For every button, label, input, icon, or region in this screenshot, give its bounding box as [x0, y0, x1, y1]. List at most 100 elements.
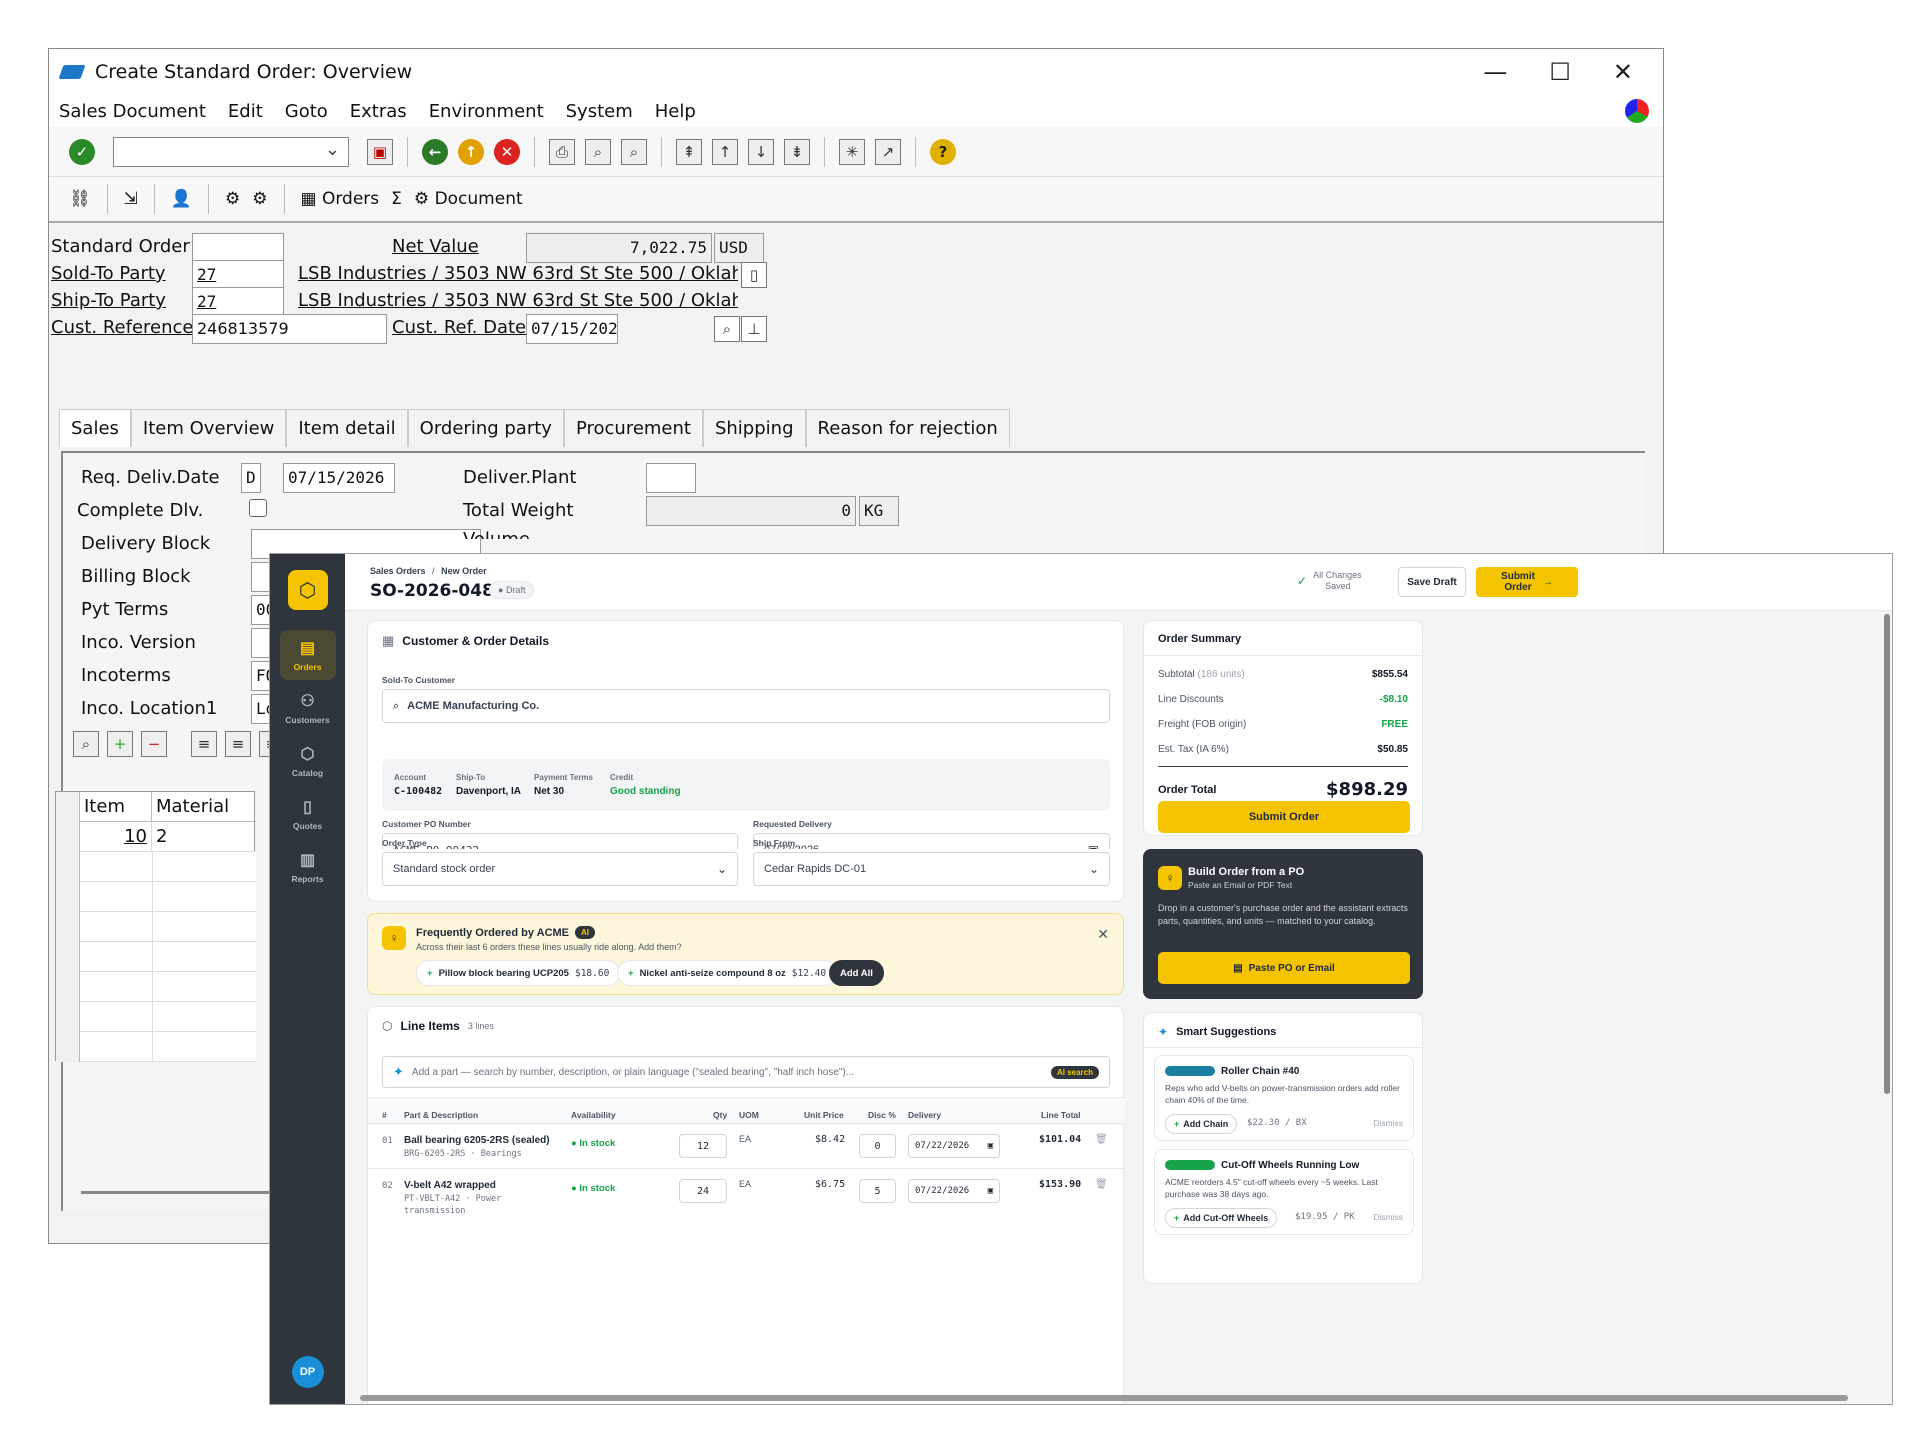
last-page-icon[interactable]: ⇟	[784, 138, 810, 165]
nav-catalog[interactable]: ⬡ Catalog	[280, 736, 336, 786]
item-number-cell[interactable]: 10	[80, 822, 152, 851]
deselect-all-icon[interactable]: ≡	[225, 731, 251, 757]
search-icon[interactable]: ⌕	[714, 316, 740, 342]
tab-ordering-party[interactable]: Ordering party	[407, 409, 564, 447]
new-session-icon[interactable]: ✳	[839, 138, 865, 165]
menu-goto[interactable]: Goto	[285, 101, 328, 122]
document-button[interactable]: ⚙ Document	[414, 189, 523, 209]
document-icon[interactable]: ▯	[741, 262, 767, 288]
close-icon[interactable]: ✕	[1613, 58, 1633, 86]
save-icon[interactable]: ▣	[367, 138, 393, 165]
trash-icon[interactable]: 🗑	[1095, 1179, 1108, 1190]
business-partner-icon[interactable]: 👤	[171, 189, 192, 209]
next-page-icon[interactable]: ↓	[748, 138, 774, 165]
help-icon[interactable]: ?	[930, 138, 956, 165]
close-icon[interactable]: ✕	[1097, 926, 1109, 943]
vertical-scrollbar[interactable]	[1884, 614, 1890, 1094]
discount-input[interactable]: 0	[859, 1134, 896, 1158]
tab-reason-for-rejection[interactable]: Reason for rejection	[805, 409, 1010, 447]
find-icon[interactable]: ⌕	[585, 138, 611, 165]
menu-system[interactable]: System	[566, 101, 633, 122]
delete-row-icon[interactable]: −	[141, 731, 167, 757]
dismiss-button[interactable]: Dismiss	[1373, 1118, 1403, 1128]
menu-edit[interactable]: Edit	[228, 101, 263, 122]
ship-to-party-field[interactable]: 27	[192, 287, 284, 317]
column-item-header[interactable]: Item	[80, 792, 152, 821]
ship-from-select[interactable]: Cedar Rapids DC-01 ⌄	[753, 852, 1110, 886]
deliver-plant-field[interactable]	[646, 463, 696, 493]
select-all-icon[interactable]: ≡	[191, 731, 217, 757]
horizontal-scrollbar[interactable]	[360, 1395, 1848, 1401]
item-detail-icon[interactable]: ⌕	[73, 731, 99, 757]
previous-page-icon[interactable]: ↑	[712, 138, 738, 165]
cust-ref-date-label[interactable]: Cust. Ref. Date	[392, 317, 526, 338]
tab-shipping[interactable]: Shipping	[702, 409, 806, 447]
menu-environment[interactable]: Environment	[429, 101, 544, 122]
complete-dlv-checkbox[interactable]	[249, 499, 267, 517]
add-chain-button[interactable]: + Add Chain	[1165, 1114, 1238, 1134]
orders-button[interactable]: ▦ Orders	[301, 189, 380, 209]
req-deliv-unit-field[interactable]: D	[241, 463, 261, 493]
submit-order-top-button[interactable]: Submit Order →	[1476, 567, 1578, 597]
tab-item-overview[interactable]: Item Overview	[130, 409, 287, 447]
avatar[interactable]: DP	[291, 1356, 324, 1388]
header-details-icon[interactable]: ⚙	[225, 189, 240, 209]
enter-icon[interactable]: ✓	[69, 138, 95, 165]
app-logo-icon[interactable]: ⬡	[287, 570, 328, 610]
customize-layout-icon[interactable]	[1625, 99, 1649, 123]
add-part-search-input[interactable]: ✦ Add a part — search by number, descrip…	[382, 1056, 1110, 1088]
sum-icon[interactable]: Σ	[391, 189, 402, 209]
menu-help[interactable]: Help	[655, 101, 696, 122]
sold-to-party-label[interactable]: Sold-To Party	[51, 263, 166, 284]
tab-sales[interactable]: Sales	[59, 409, 131, 447]
add-cut-off-wheels-button[interactable]: + Add Cut-Off Wheels	[1165, 1208, 1278, 1228]
nav-orders[interactable]: ▤ Orders	[279, 630, 336, 680]
nav-quotes[interactable]: ▯ Quotes	[280, 789, 336, 839]
breadcrumb-sales-orders[interactable]: Sales Orders	[370, 566, 426, 576]
add-all-button[interactable]: Add All	[829, 960, 884, 986]
exit-icon[interactable]: ↑	[458, 138, 484, 165]
find-next-icon[interactable]: ⌕	[621, 138, 647, 165]
column-material-header[interactable]: Material	[152, 792, 233, 821]
suggestion-chip-anti-seize[interactable]: + Nickel anti-seize compound 8 oz $12.40	[617, 960, 838, 986]
suggestion-chip-pillow-block[interactable]: + Pillow block bearing UCP205 $18.60	[416, 960, 621, 986]
ship-to-party-label[interactable]: Ship-To Party	[51, 290, 166, 311]
trash-icon[interactable]: 🗑	[1095, 1134, 1108, 1145]
nav-customers[interactable]: ⚇ Customers	[280, 683, 336, 733]
minimize-icon[interactable]: —	[1483, 58, 1507, 86]
maximize-icon[interactable]: ☐	[1549, 58, 1571, 86]
first-page-icon[interactable]: ⇞	[676, 138, 702, 165]
display-doc-flow-icon[interactable]: ⛓	[69, 189, 91, 209]
sap-scrollbar[interactable]	[81, 1191, 281, 1194]
submit-order-button[interactable]: Submit Order	[1158, 801, 1410, 833]
qty-input[interactable]: 12	[679, 1134, 727, 1158]
item-details-icon[interactable]: ⚙	[252, 189, 267, 209]
print-icon[interactable]: ⎙	[549, 138, 575, 165]
command-field[interactable]	[113, 136, 349, 167]
stamp-icon[interactable]: ⊥	[741, 316, 767, 342]
sold-to-customer-input[interactable]: ⌕ ACME Manufacturing Co.	[382, 689, 1110, 723]
standard-order-field[interactable]	[192, 233, 284, 263]
tab-item-detail[interactable]: Item detail	[286, 409, 408, 447]
req-deliv-date-field[interactable]: 07/15/2026	[283, 463, 395, 493]
cust-reference-label[interactable]: Cust. Reference	[51, 317, 194, 338]
paste-po-button[interactable]: ▤ Paste PO or Email	[1158, 952, 1410, 984]
menu-extras[interactable]: Extras	[350, 101, 407, 122]
sold-to-party-field[interactable]: 27	[192, 260, 284, 290]
shortcut-icon[interactable]: ↗	[875, 138, 901, 165]
back-icon[interactable]: ←	[422, 138, 448, 165]
tab-procurement[interactable]: Procurement	[563, 409, 703, 447]
header-output-icon[interactable]: ⇲	[124, 189, 138, 209]
qty-input[interactable]: 24	[679, 1179, 727, 1203]
dismiss-button[interactable]: Dismiss	[1373, 1212, 1403, 1222]
insert-row-icon[interactable]: +	[107, 731, 133, 757]
material-cell[interactable]: 2	[152, 822, 171, 851]
delivery-date-input[interactable]: 07/22/2026 ▣	[908, 1179, 1000, 1203]
delivery-date-input[interactable]: 07/22/2026 ▣	[908, 1134, 1000, 1158]
order-type-select[interactable]: Standard stock order ⌄	[382, 852, 738, 886]
cancel-icon[interactable]: ✕	[494, 138, 520, 165]
discount-input[interactable]: 5	[859, 1179, 896, 1203]
cust-ref-date-field[interactable]: 07/15/2026	[526, 314, 618, 344]
cust-reference-field[interactable]: 246813579	[192, 314, 387, 344]
nav-reports[interactable]: ▥ Reports	[280, 842, 336, 892]
